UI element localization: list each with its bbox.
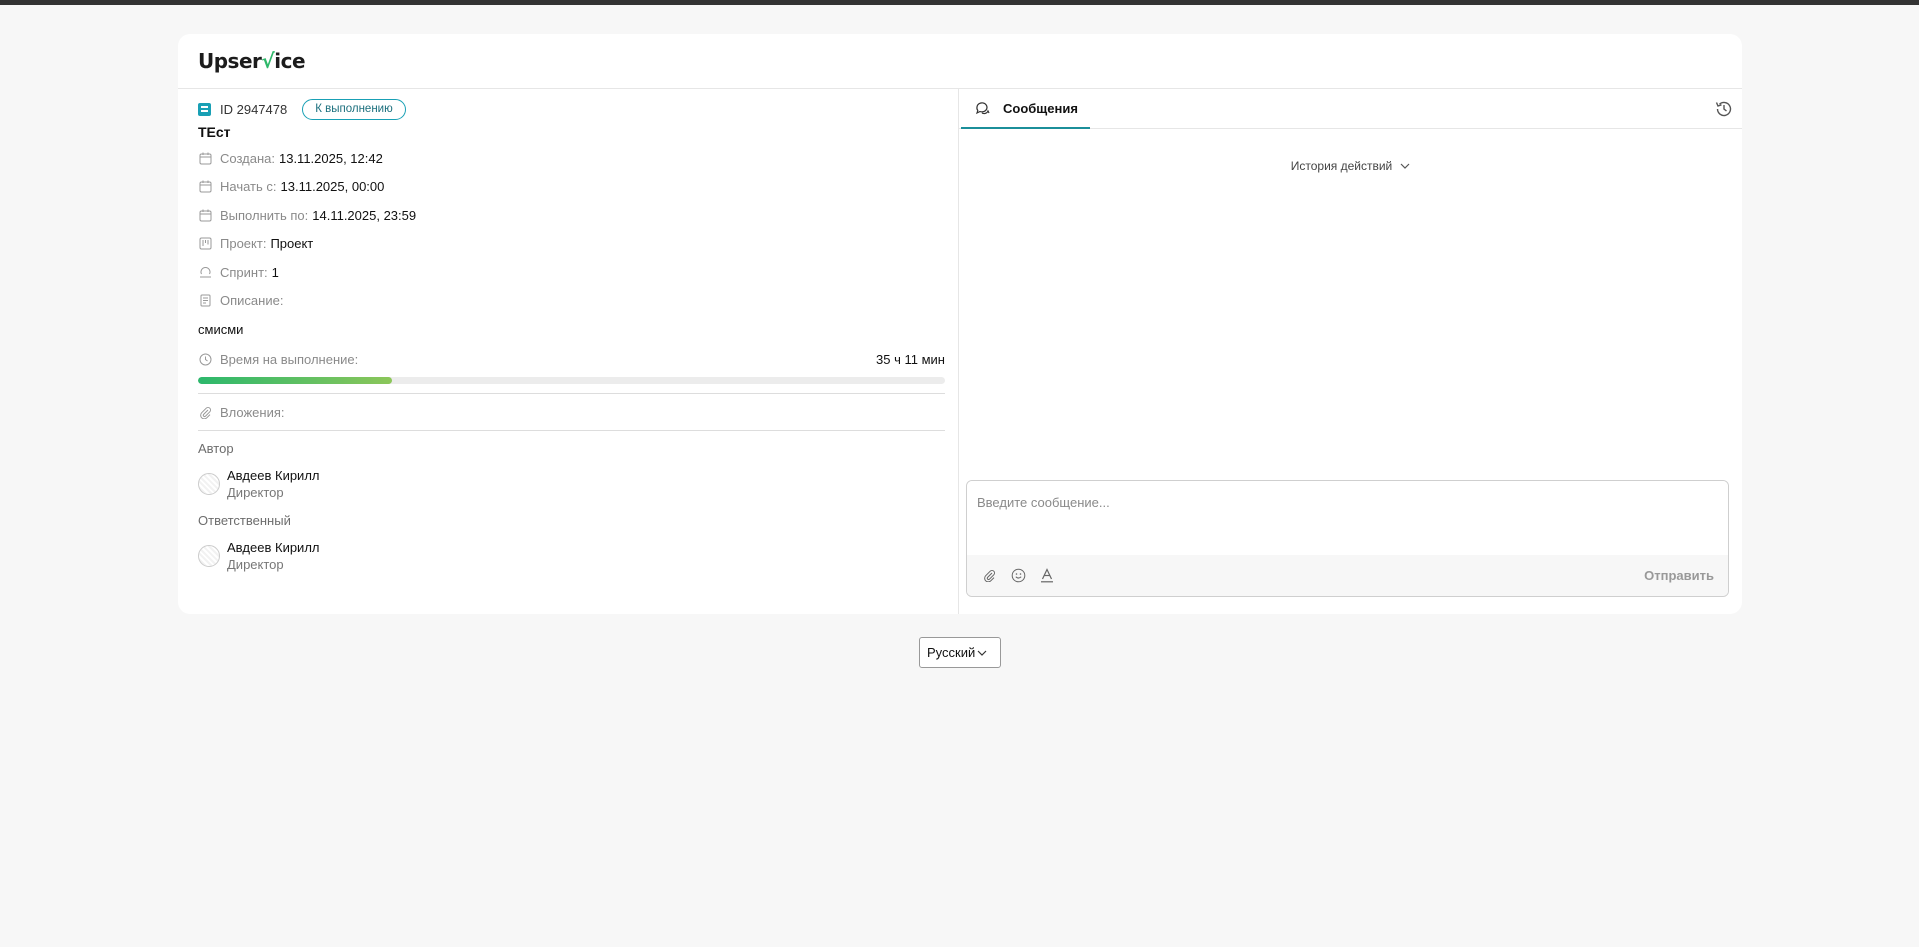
project-label: Проект: (220, 236, 267, 252)
logo-text-left: Upser (198, 49, 262, 73)
field-sprint: Спринт: 1 (198, 258, 945, 287)
sprint-value: 1 (271, 264, 279, 280)
created-label: Создана: (220, 150, 275, 166)
sprint-icon (198, 265, 212, 279)
task-title: ТЕст (198, 124, 231, 140)
card-header: Upser √ ice (178, 34, 1742, 89)
clock-icon (198, 352, 212, 366)
avatar (198, 472, 220, 495)
text-format-icon[interactable] (1039, 568, 1055, 584)
time-label: Время на выполнение: (220, 351, 359, 367)
top-bar (0, 0, 1919, 5)
task-details-panel: ID 2947478 К выполнению ТЕст Создана: 13… (178, 89, 959, 614)
assignee-role: Директор (227, 556, 284, 572)
calendar-icon (198, 208, 212, 222)
author-person[interactable]: Авдеев Кирилл Директор (198, 466, 945, 501)
field-due: Выполнить по: 14.11.2025, 23:59 (198, 201, 945, 230)
task-list-icon (198, 102, 211, 116)
messages-tabs: Сообщения (959, 89, 1742, 129)
history-toggle-label: История действий (1290, 159, 1393, 173)
chevron-down-icon (977, 650, 987, 656)
calendar-icon (198, 151, 212, 165)
field-project: Проект: Проект (198, 230, 945, 259)
history-toggle[interactable]: История действий (959, 159, 1742, 173)
attachments-label: Вложения: (220, 404, 285, 420)
logo-text-right: ice (274, 49, 306, 73)
start-value: 13.11.2025, 00:00 (280, 179, 385, 195)
created-value: 13.11.2025, 12:42 (278, 150, 383, 166)
task-card: Upser √ ice ID 2947478 К выполнению ТЕст С… (178, 34, 1742, 614)
language-select[interactable]: Русский (919, 637, 1001, 668)
due-label: Выполнить по: (220, 207, 309, 223)
description-label: Описание: (220, 293, 284, 309)
sprint-label: Спринт: (220, 264, 268, 280)
time-row: Время на выполнение: 35 ч 11 мин (198, 345, 945, 373)
author-role: Директор (227, 484, 284, 500)
message-input[interactable] (967, 481, 1728, 556)
author-label: Автор (198, 441, 234, 456)
divider (198, 430, 945, 431)
document-icon (198, 294, 212, 308)
task-id: ID 2947478 (220, 101, 288, 117)
calendar-icon (198, 180, 212, 194)
field-created: Создана: 13.11.2025, 12:42 (198, 144, 945, 173)
time-progress-fill (198, 377, 393, 384)
time-progress-bar (198, 377, 945, 384)
time-value: 35 ч 11 мин (876, 351, 945, 367)
avatar (198, 544, 220, 567)
assignee-person[interactable]: Авдеев Кирилл Директор (198, 538, 945, 573)
chat-icon (975, 101, 990, 115)
due-value: 14.11.2025, 23:59 (312, 207, 417, 223)
kanban-icon (198, 237, 212, 251)
field-start: Начать с: 13.11.2025, 00:00 (198, 173, 945, 202)
project-value[interactable]: Проект (270, 236, 313, 251)
start-label: Начать с: (220, 179, 277, 195)
upservice-logo[interactable]: Upser √ ice (198, 49, 306, 73)
language-select-value: Русский (927, 645, 976, 660)
author-name: Авдеев Кирилл (227, 467, 320, 483)
history-clock-icon[interactable] (1712, 97, 1736, 121)
field-attachments[interactable]: Вложения: (198, 394, 945, 430)
send-button[interactable]: Отправить (1644, 568, 1714, 583)
logo-check-icon: √ (261, 49, 275, 73)
paperclip-icon (198, 405, 212, 419)
status-badge[interactable]: К выполнению (302, 98, 406, 120)
chevron-down-icon (1400, 163, 1410, 169)
assignee-name: Авдеев Кирилл (227, 539, 320, 555)
assignee-label: Ответственный (198, 513, 291, 528)
message-composer: Отправить (966, 480, 1729, 597)
field-description: Описание: (198, 287, 945, 316)
emoji-icon[interactable] (1010, 568, 1026, 584)
tab-messages-label: Сообщения (1003, 100, 1078, 116)
tab-messages[interactable]: Сообщения (961, 89, 1090, 129)
messages-panel: Сообщения История действий Отпра (959, 89, 1742, 614)
description-text: смисми (198, 322, 244, 337)
attach-icon[interactable] (981, 568, 997, 584)
composer-toolbar: Отправить (967, 555, 1728, 596)
